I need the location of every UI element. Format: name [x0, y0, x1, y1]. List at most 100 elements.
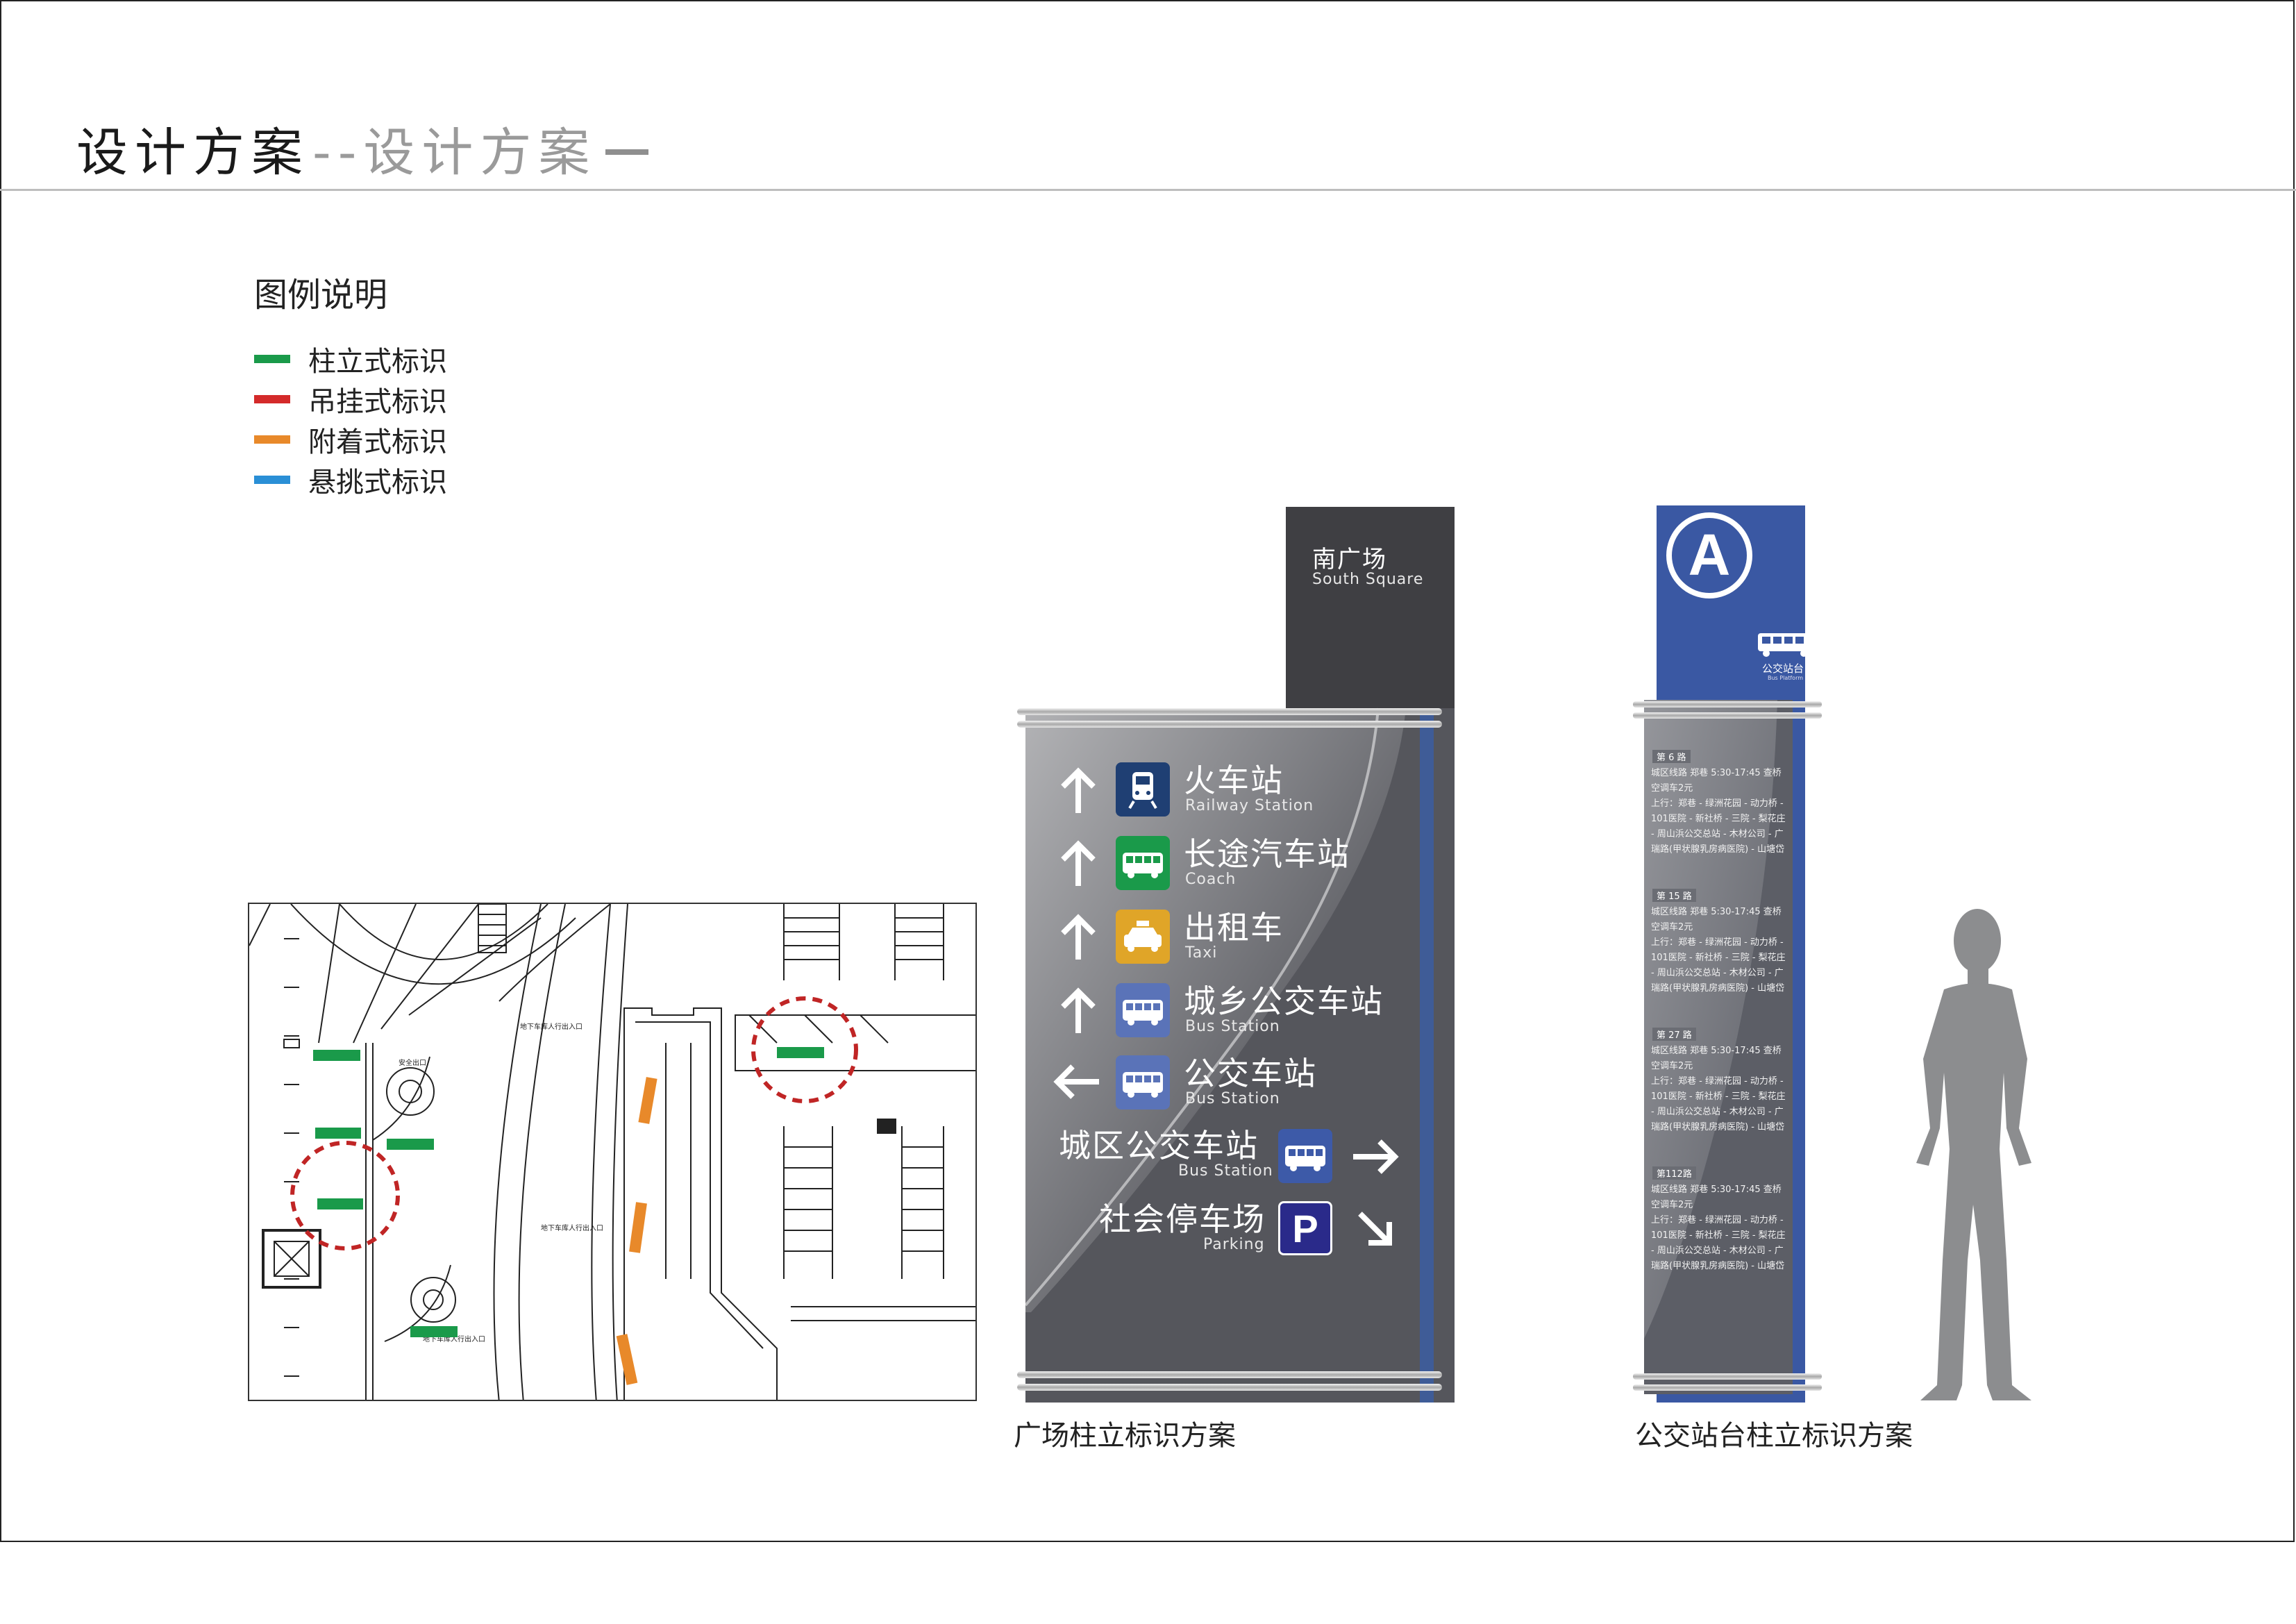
parking-icon-letter: P	[1292, 1206, 1318, 1250]
attached-sign-marker	[616, 1334, 638, 1385]
up-arrow-icon	[1061, 767, 1096, 813]
parking-stalls-top	[783, 904, 944, 980]
bus-sign-caption: 公交站台柱立标识方案	[1635, 1420, 1913, 1452]
route-line: 空调车2元	[1651, 1061, 1693, 1071]
left-arrow-icon	[1053, 1064, 1099, 1099]
legend-item-attached: 附着式标识	[254, 422, 447, 458]
pillar-sign-marker	[410, 1326, 458, 1337]
route-tag: 第 6 路	[1652, 750, 1691, 763]
human-scale-figure-icon	[1916, 909, 2031, 1400]
route-line: - 周山浜公交总站 - 木材公司 - 广	[1651, 829, 1784, 839]
title-dash-decoration	[605, 149, 648, 155]
route-line: 101医院 - 新社桥 - 三院 - 梨花庄	[1651, 953, 1786, 963]
sign-row-cn: 出租车	[1184, 909, 1284, 946]
sign-row-en: Bus Station	[1178, 1162, 1273, 1180]
route-line: - 周山浜公交总站 - 木材公司 - 广	[1651, 1246, 1784, 1256]
taxi-icon	[1116, 910, 1170, 964]
page-subtitle: --设计方案	[312, 123, 597, 183]
bus-icon	[1116, 1055, 1170, 1110]
route-line: 101医院 - 新社桥 - 三院 - 梨花庄	[1651, 1091, 1786, 1102]
sign-row-en: Railway Station	[1185, 797, 1314, 814]
parking-icon: P	[1278, 1201, 1332, 1255]
parking-stalls-bottom	[783, 1126, 944, 1279]
pillar-sign-marker	[777, 1047, 824, 1058]
plaza-sign: 南广场 South Square 火车站 Railway Station 长途汽…	[1017, 507, 1455, 1403]
route-line: 空调车2元	[1651, 922, 1693, 932]
route-line: 上行：郑巷 - 绿洲花园 - 动力桥 -	[1651, 937, 1784, 948]
legend-swatch-green	[254, 355, 290, 363]
route-line: 瑞路(甲状腺乳房病医院) - 山塘岱	[1651, 844, 1785, 855]
platform-en: Bus Platform	[1768, 675, 1804, 681]
sign-row-cn: 公交车站	[1184, 1055, 1317, 1092]
plan-label: 地下车库人行出入口	[541, 1223, 603, 1232]
plan-label: 安全出口	[399, 1058, 426, 1067]
platform-cn: 公交站台	[1762, 662, 1804, 675]
route-line: 城区线路 郑巷 5:30-17:45 查桥	[1651, 768, 1782, 778]
bus-icon	[1278, 1129, 1332, 1183]
sign-row-cn: 社会停车场	[1099, 1200, 1266, 1238]
legend-title: 图例说明	[254, 276, 388, 315]
site-plan: 地下车库人行出入口 安全出口 地下车库人行出入口 地下车库人行出入口	[248, 903, 977, 1401]
legend-item-hanging: 吊挂式标识	[254, 382, 447, 418]
route-line: 空调车2元	[1651, 783, 1693, 794]
sign-row-en: Taxi	[1185, 944, 1218, 962]
legend-label: 悬挑式标识	[308, 467, 447, 499]
train-icon	[1116, 762, 1170, 817]
page-title: 设计方案	[76, 123, 310, 183]
sign-row-en: Bus Station	[1185, 1090, 1280, 1107]
pillar-sign-marker	[315, 1128, 361, 1139]
route-line: 瑞路(甲状腺乳房病医院) - 山塘岱	[1651, 983, 1785, 994]
legend-item-pillar: 柱立式标识	[254, 342, 447, 378]
sign-row-cn: 城乡公交车站	[1184, 982, 1384, 1020]
route-line: - 周山浜公交总站 - 木材公司 - 广	[1651, 1107, 1784, 1117]
plaza-top-cn: 南广场	[1312, 546, 1387, 574]
sign-row-en: Coach	[1185, 871, 1237, 888]
route-tag: 第112路	[1652, 1166, 1696, 1180]
legend-label: 吊挂式标识	[308, 386, 447, 418]
route-line: 瑞路(甲状腺乳房病医院) - 山塘岱	[1651, 1261, 1785, 1271]
route-line: 上行：郑巷 - 绿洲花园 - 动力桥 -	[1651, 798, 1784, 809]
plan-label: 地下车库人行出入口	[520, 1022, 583, 1031]
pillar-sign-marker	[387, 1139, 434, 1150]
header-divider	[0, 189, 2296, 191]
coach-icon	[1116, 836, 1170, 890]
legend-swatch-red	[254, 395, 290, 403]
attached-sign-marker	[638, 1077, 657, 1124]
sign-row-en: Bus Station	[1185, 1018, 1280, 1035]
up-arrow-icon	[1061, 840, 1096, 886]
pillar-sign-marker	[313, 1050, 360, 1061]
route-line: 城区线路 郑巷 5:30-17:45 查桥	[1651, 1184, 1782, 1195]
up-arrow-icon	[1061, 987, 1096, 1033]
route-tag: 第 15 路	[1652, 889, 1696, 902]
attached-sign-marker	[629, 1202, 647, 1253]
route-line: 101医院 - 新社桥 - 三院 - 梨花庄	[1651, 1230, 1786, 1241]
sign-row-en: Parking	[1203, 1236, 1265, 1253]
route-line: 上行：郑巷 - 绿洲花园 - 动力桥 -	[1651, 1076, 1784, 1087]
sign-row-cn: 长途汽车站	[1184, 835, 1350, 873]
down-right-arrow-icon	[1358, 1212, 1392, 1246]
route-tag: 第 27 路	[1652, 1028, 1696, 1041]
route-line: 城区线路 郑巷 5:30-17:45 查桥	[1651, 907, 1782, 917]
route-line: 空调车2元	[1651, 1200, 1693, 1210]
platform-letter: A	[1688, 522, 1731, 587]
legend-swatch-blue	[254, 476, 290, 484]
route-line: 101医院 - 新社桥 - 三院 - 梨花庄	[1651, 814, 1786, 824]
sign-row-cn: 火车站	[1184, 762, 1284, 799]
plaza-top-en: South Square	[1312, 571, 1424, 588]
highlight-circle	[290, 1141, 400, 1250]
up-arrow-icon	[1061, 914, 1096, 960]
route-line: 城区线路 郑巷 5:30-17:45 查桥	[1651, 1046, 1782, 1056]
route-line: 上行：郑巷 - 绿洲花园 - 动力桥 -	[1651, 1215, 1784, 1225]
plaza-sign-caption: 广场柱立标识方案	[1014, 1420, 1236, 1452]
site-plan-drawing: 地下车库人行出入口 安全出口 地下车库人行出入口 地下车库人行出入口	[249, 904, 975, 1400]
left-bollards	[284, 938, 299, 1377]
route-line: 瑞路(甲状腺乳房病医院) - 山塘岱	[1651, 1122, 1785, 1132]
pillar-sign-marker	[317, 1198, 363, 1209]
bus-icon	[1116, 983, 1170, 1037]
legend-item-cantilever: 悬挑式标识	[254, 462, 447, 499]
legend-label: 附着式标识	[308, 426, 447, 458]
legend-label: 柱立式标识	[308, 346, 447, 378]
legend-swatch-orange	[254, 435, 290, 444]
sign-row-cn: 城区公交车站	[1059, 1127, 1259, 1164]
route-line: - 周山浜公交总站 - 木材公司 - 广	[1651, 968, 1784, 978]
